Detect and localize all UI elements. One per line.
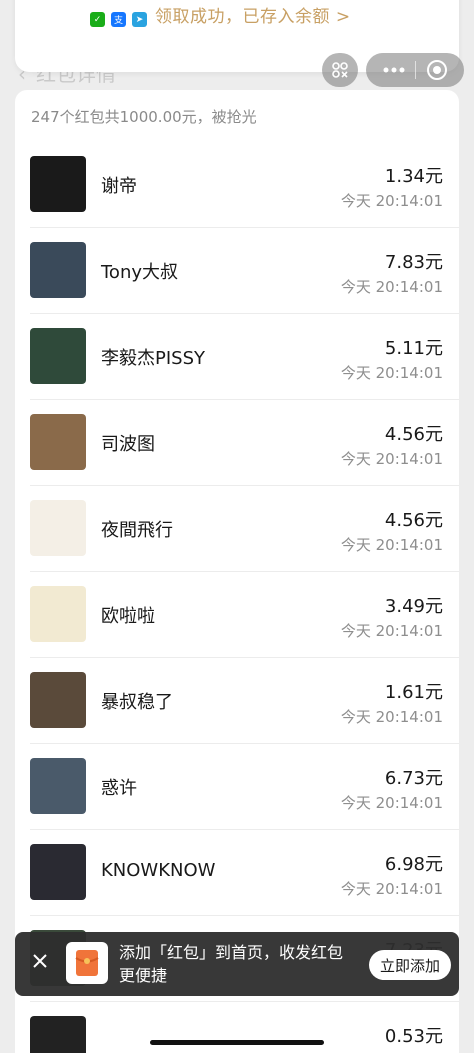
- record-amount: 6.73元: [384, 768, 443, 789]
- record-amount: 5.11元: [384, 338, 443, 359]
- record-time: 今天 20:14:01: [340, 364, 443, 382]
- record-name: 夜間飛行: [101, 520, 173, 541]
- record-name: 暴叔稳了: [101, 692, 173, 713]
- record-amount: 7.83元: [384, 252, 443, 273]
- add-to-home-banner: 添加「红包」到首页，收发红包更便捷 立即添加: [15, 932, 459, 996]
- red-packet-app-icon: [66, 942, 108, 984]
- record-time: 今天 20:14:01: [340, 622, 443, 640]
- record-row[interactable]: 夜間飛行 4.56元今天 20:14:01: [15, 486, 459, 572]
- telegram-icon: ➤: [132, 12, 147, 27]
- scan-button[interactable]: [322, 53, 358, 87]
- scan-icon: [332, 62, 348, 78]
- avatar[interactable]: [30, 1016, 86, 1053]
- record-amount: 1.34元: [384, 166, 443, 187]
- record-row[interactable]: 李毅杰PISSY 5.11元今天 20:14:01: [15, 314, 459, 400]
- record-amount: 4.56元: [384, 510, 443, 531]
- record-name: KNOWKNOW: [101, 860, 216, 881]
- record-name: Tony大叔: [101, 262, 179, 283]
- record-amount: 3.49元: [384, 596, 443, 617]
- more-icon[interactable]: [383, 67, 405, 73]
- summary-text: 247个红包共1000.00元，被抢光: [31, 108, 257, 126]
- record-row[interactable]: KNOWKNOW 6.98元今天 20:14:01: [15, 830, 459, 916]
- mini-program-capsule: [366, 53, 464, 87]
- avatar[interactable]: [30, 758, 86, 814]
- alipay-icon: 支: [111, 12, 126, 27]
- record-time: 今天 20:14:01: [340, 880, 443, 898]
- record-row[interactable]: 欧啦啦 3.49元今天 20:14:01: [15, 572, 459, 658]
- avatar[interactable]: [30, 672, 86, 728]
- record-amount: 1.61元: [384, 682, 443, 703]
- record-time: 今天 20:14:01: [340, 192, 443, 210]
- record-name: 欧啦啦: [101, 606, 155, 627]
- record-time: 今天 20:14:01: [340, 708, 443, 726]
- record-name: 司波图: [101, 434, 155, 455]
- banner-text: 添加「红包」到首页，收发红包更便捷: [119, 943, 344, 985]
- claim-success-message[interactable]: 领取成功，已存入余额 >: [155, 2, 351, 27]
- record-time: 今天 20:14:01: [340, 278, 443, 296]
- record-row[interactable]: 司波图 4.56元今天 20:14:01: [15, 400, 459, 486]
- record-time: 今天 20:14:01: [340, 794, 443, 812]
- close-miniprogram-icon[interactable]: [426, 59, 448, 81]
- record-time: 今天 20:14:01: [340, 450, 443, 468]
- record-row[interactable]: 暴叔稳了 1.61元今天 20:14:01: [15, 658, 459, 744]
- record-amount: 6.98元: [384, 854, 443, 875]
- record-amount: 4.56元: [384, 424, 443, 445]
- avatar[interactable]: [30, 844, 86, 900]
- wechat-pay-icon: ✓: [90, 12, 105, 27]
- avatar[interactable]: [30, 586, 86, 642]
- payment-icons: ✓ 支 ➤: [90, 12, 147, 27]
- avatar[interactable]: [30, 500, 86, 556]
- avatar[interactable]: [30, 156, 86, 212]
- record-name: 李毅杰PISSY: [101, 348, 206, 369]
- home-indicator: [150, 1040, 324, 1045]
- add-now-button[interactable]: 立即添加: [369, 950, 451, 980]
- record-row[interactable]: Tony大叔 7.83元今天 20:14:01: [15, 228, 459, 314]
- avatar[interactable]: [30, 242, 86, 298]
- record-name: 惑许: [101, 778, 137, 799]
- close-icon[interactable]: [31, 952, 49, 970]
- red-packet-detail-card: 247个红包共1000.00元，被抢光 谢帝 1.34元 今天 20:14:01 To…: [15, 90, 459, 1053]
- record-row[interactable]: 0.53元: [15, 1002, 459, 1053]
- record-row[interactable]: 惑许 6.73元今天 20:14:01: [15, 744, 459, 830]
- record-name: 谢帝: [101, 176, 137, 197]
- record-amount: 0.53元: [384, 1026, 443, 1047]
- avatar[interactable]: [30, 328, 86, 384]
- record-row[interactable]: 谢帝 1.34元今天 20:14:01: [15, 142, 459, 228]
- avatar[interactable]: [30, 414, 86, 470]
- record-time: 今天 20:14:01: [340, 536, 443, 554]
